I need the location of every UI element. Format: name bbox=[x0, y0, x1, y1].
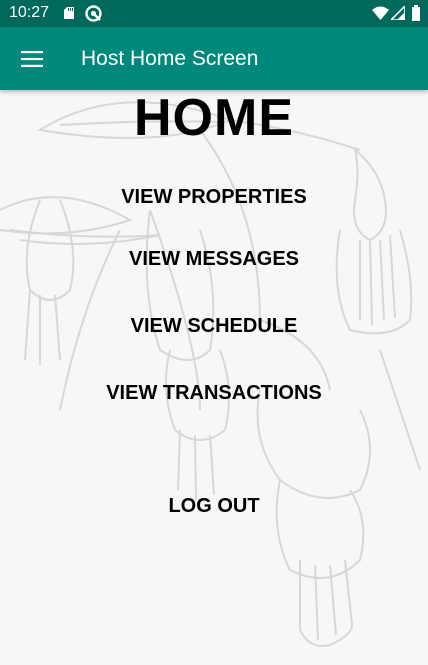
battery-icon bbox=[412, 5, 420, 21]
app-bar: Host Home Screen bbox=[0, 27, 428, 90]
status-bar: 10:27 bbox=[0, 0, 428, 27]
wifi-icon bbox=[372, 6, 389, 20]
view-transactions-button[interactable]: VIEW TRANSACTIONS bbox=[64, 372, 364, 412]
app-bar-title: Host Home Screen bbox=[81, 47, 259, 70]
hamburger-menu-icon[interactable] bbox=[14, 41, 50, 77]
view-schedule-button[interactable]: VIEW SCHEDULE bbox=[64, 305, 364, 345]
signal-icon bbox=[391, 6, 405, 20]
page-title: HOME bbox=[134, 89, 294, 147]
sync-icon bbox=[85, 5, 102, 22]
sd-card-icon bbox=[64, 7, 74, 19]
view-properties-button[interactable]: VIEW PROPERTIES bbox=[64, 176, 364, 216]
view-messages-button[interactable]: VIEW MESSAGES bbox=[64, 238, 364, 278]
status-time: 10:27 bbox=[9, 4, 50, 21]
log-out-button[interactable]: LOG OUT bbox=[64, 485, 364, 525]
